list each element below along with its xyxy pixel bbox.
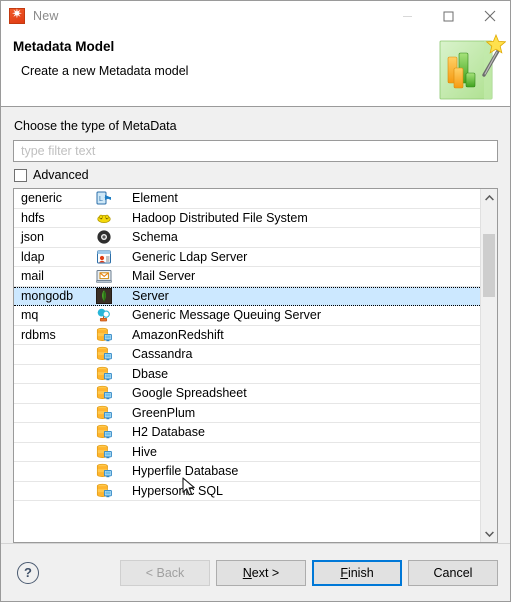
json-schema-icon xyxy=(92,229,116,245)
scrollbar-thumb[interactable] xyxy=(483,234,495,297)
list-item[interactable]: Cassandra xyxy=(14,345,480,365)
mouse-cursor-icon xyxy=(182,477,195,496)
list-item-label: Hyperfile Database xyxy=(132,464,239,479)
message-queue-icon xyxy=(92,307,116,323)
list-item[interactable]: Hive xyxy=(14,443,480,462)
list-item[interactable]: mail Mail Server xyxy=(14,267,480,287)
list-item[interactable]: rdbms AmazonRedshift xyxy=(14,326,480,345)
dialog-body: Choose the type of MetaData Advanced gen… xyxy=(1,107,510,543)
list-item-category: ldap xyxy=(21,249,45,264)
list-item[interactable]: GreenPlum xyxy=(14,404,480,423)
list-rows-container[interactable]: generic L Element hdfs Hadoop Distributed Fi… xyxy=(14,189,480,542)
advanced-checkbox-row[interactable]: Advanced xyxy=(14,168,498,182)
list-item-label: H2 Database xyxy=(132,425,205,440)
list-item-label: Schema xyxy=(132,230,178,245)
database-icon xyxy=(92,346,116,362)
list-item-category: mail xyxy=(21,269,44,284)
window-controls xyxy=(387,1,510,31)
list-item-label: AmazonRedshift xyxy=(132,327,224,342)
list-item-label: GreenPlum xyxy=(132,405,196,420)
mongodb-leaf-icon xyxy=(92,288,116,305)
svg-text:L: L xyxy=(99,196,103,203)
metadata-model-wizard-icon xyxy=(428,31,507,107)
search-input[interactable] xyxy=(19,143,492,159)
choose-metadata-type-label: Choose the type of MetaData xyxy=(14,119,177,133)
list-item[interactable]: ldap Generic Ldap Server xyxy=(14,248,480,267)
dialog-footer: ? < Back Next > Finish Cancel xyxy=(1,543,510,601)
list-item[interactable]: generic L Element xyxy=(14,189,480,209)
database-icon xyxy=(92,327,116,343)
chevron-up-icon[interactable] xyxy=(481,189,497,206)
list-item-label: Cassandra xyxy=(132,347,193,362)
list-item-label: Hypersonic SQL xyxy=(132,483,224,498)
title-bar: New xyxy=(1,1,510,31)
back-button[interactable]: < Back xyxy=(120,559,210,586)
list-item-label: Hive xyxy=(132,444,158,459)
database-icon xyxy=(92,405,116,421)
database-icon xyxy=(92,444,116,460)
list-item-label: Dbase xyxy=(132,366,169,381)
list-item[interactable]: Google Spreadsheet xyxy=(14,384,480,404)
page-title: Metadata Model xyxy=(13,39,115,54)
close-icon[interactable] xyxy=(469,1,510,31)
talend-logo-icon xyxy=(9,6,25,24)
list-item-label: Element xyxy=(132,191,178,206)
list-item-category: generic xyxy=(21,191,62,206)
next-button[interactable]: Next > xyxy=(216,559,306,586)
list-item-label: Google Spreadsheet xyxy=(132,386,247,401)
minimize-icon[interactable] xyxy=(387,1,428,31)
advanced-checkbox[interactable] xyxy=(14,168,27,182)
advanced-label: Advanced xyxy=(33,168,89,182)
list-item-label: Hadoop Distributed File System xyxy=(132,210,308,225)
list-item-label: Generic Message Queuing Server xyxy=(132,308,321,323)
list-item-category: hdfs xyxy=(21,210,45,225)
element-icon: L xyxy=(92,190,116,206)
list-item[interactable]: H2 Database xyxy=(14,423,480,443)
cancel-button[interactable]: Cancel xyxy=(408,559,498,586)
maximize-icon[interactable] xyxy=(428,1,469,31)
list-item[interactable]: json Schema xyxy=(14,228,480,248)
chevron-down-icon[interactable] xyxy=(481,525,497,542)
database-icon xyxy=(92,424,116,440)
list-item-label: Server xyxy=(132,289,169,304)
list-item-label: Mail Server xyxy=(132,269,196,284)
list-item-category: json xyxy=(21,230,44,245)
list-item-label: Generic Ldap Server xyxy=(132,249,248,264)
database-icon xyxy=(92,366,116,382)
database-icon xyxy=(92,483,116,499)
list-item[interactable]: hdfs Hadoop Distributed File System xyxy=(14,209,480,228)
database-icon xyxy=(92,463,116,479)
mail-server-icon xyxy=(92,268,116,284)
list-item-category: mongodb xyxy=(21,289,74,304)
hadoop-icon xyxy=(92,210,116,226)
page-subtitle: Create a new Metadata model xyxy=(21,64,189,78)
finish-button[interactable]: Finish xyxy=(312,559,402,586)
list-item-category: mq xyxy=(21,308,39,323)
ldap-server-icon xyxy=(92,249,116,265)
metadata-type-list[interactable]: generic L Element hdfs Hadoop Distributed Fi… xyxy=(13,188,498,543)
list-item[interactable]: Dbase xyxy=(14,365,480,384)
wizard-banner: Metadata Model Create a new Metadata mod… xyxy=(1,31,510,107)
list-item-category: rdbms xyxy=(21,327,56,342)
list-item[interactable]: Hyperfile Database xyxy=(14,462,480,482)
list-item[interactable]: mq Generic Message Queuing Server xyxy=(14,306,480,326)
database-icon xyxy=(92,385,116,401)
window-title: New xyxy=(33,9,59,23)
wizard-buttons: < Back Next > Finish Cancel xyxy=(120,559,498,586)
filter-input-wrapper[interactable] xyxy=(13,140,498,162)
list-scrollbar[interactable] xyxy=(480,189,497,542)
help-icon[interactable]: ? xyxy=(17,561,39,584)
list-item[interactable]: mongodb Server xyxy=(14,286,480,306)
list-item[interactable]: Hypersonic SQL xyxy=(14,482,480,501)
new-metadata-model-dialog: New Metadata Model Create a new Metadata… xyxy=(0,0,511,602)
